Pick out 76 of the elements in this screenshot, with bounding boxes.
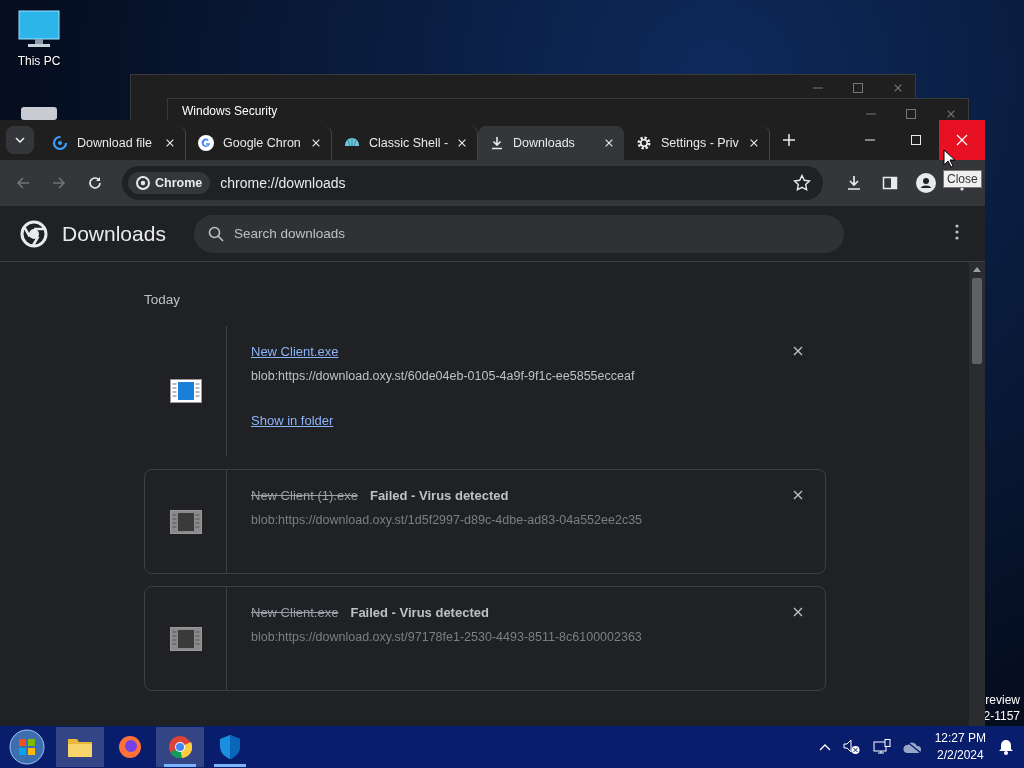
close-icon — [792, 489, 804, 501]
close-icon — [165, 138, 175, 148]
start-orb-icon — [9, 729, 45, 765]
remove-button[interactable] — [791, 488, 805, 502]
speaker-muted-icon[interactable] — [842, 739, 861, 755]
show-in-folder-link[interactable]: Show in folder — [251, 413, 334, 428]
remove-button[interactable] — [791, 344, 805, 358]
back-arrow-icon — [15, 175, 31, 191]
taskbar-button[interactable] — [156, 727, 204, 767]
scrollbar[interactable] — [969, 262, 985, 726]
tab-search-button[interactable] — [6, 126, 34, 154]
more-options-icon — [955, 223, 959, 240]
close-icon — [956, 134, 968, 146]
gear-icon — [636, 135, 652, 151]
address-bar[interactable]: Chrome chrome://downloads — [122, 166, 823, 200]
google-icon — [198, 135, 214, 151]
chrome-icon — [168, 735, 192, 759]
remove-button[interactable] — [791, 605, 805, 619]
notification-bell-icon[interactable] — [998, 739, 1014, 755]
chrome-chip[interactable]: Chrome — [128, 172, 211, 194]
forward-arrow-icon — [51, 175, 67, 191]
close-icon — [946, 109, 956, 119]
file-name-link[interactable]: New Client (1).exe — [251, 488, 358, 503]
maximize-icon[interactable] — [906, 109, 916, 119]
download-status: Failed - Virus detected — [369, 488, 509, 503]
download-icon — [846, 175, 862, 191]
download-url: blob:https://download.oxy.st/60de04eb-0105-4a9f-9f1c-ee5855ecceaf — [251, 369, 636, 383]
caret-icon — [15, 137, 25, 143]
chrome-logo-icon — [20, 219, 48, 248]
search-icon — [208, 225, 224, 242]
drive-icon[interactable] — [20, 106, 58, 120]
taskbar-button[interactable] — [56, 727, 104, 767]
download-url: blob:https://download.oxy.st/1d5f2997-d89c-4dbe-ad83-04a552ee2c35 — [251, 513, 644, 527]
page-title: Downloads — [62, 221, 167, 246]
close-icon — [457, 138, 467, 148]
reload-icon — [87, 175, 103, 191]
url-text: chrome://downloads — [220, 175, 347, 191]
download-status: Failed - Virus detected — [350, 605, 489, 620]
close-icon — [792, 345, 804, 357]
scrollbar-thumb[interactable] — [972, 278, 982, 364]
side-panel-icon — [882, 175, 898, 191]
swirl-icon — [52, 135, 68, 151]
scroll-up-arrow-icon[interactable] — [973, 266, 981, 272]
maximize-icon[interactable] — [853, 83, 863, 93]
desktop-icon-label[interactable]: This PC — [17, 54, 61, 68]
clock-time[interactable]: 12:27 PM — [934, 730, 986, 747]
network-icon[interactable] — [872, 739, 891, 755]
chevron-up-icon[interactable] — [818, 743, 831, 751]
maximize-icon — [911, 135, 921, 145]
download-url: blob:https://download.oxy.st/97178fe1-2530-4493-8511-8c6100002363 — [251, 630, 643, 644]
file-name-link[interactable]: New Client.exe — [251, 344, 339, 359]
desktop-text: 2-1157 — [983, 708, 1020, 724]
close-icon — [749, 138, 759, 148]
close-icon — [893, 83, 903, 93]
download-icon — [490, 136, 504, 150]
window-title: Windows Security — [182, 104, 278, 118]
date-header: Today — [144, 292, 182, 307]
close-icon — [311, 138, 321, 148]
firefox-icon — [118, 735, 142, 759]
shield-icon — [218, 734, 242, 760]
browser-tab[interactable]: Downloads — [478, 126, 624, 160]
file-name-link[interactable]: New Client.exe — [251, 605, 339, 620]
desktop-text: review — [984, 692, 1020, 708]
folder-icon — [67, 736, 93, 758]
cloud-off-icon[interactable] — [902, 740, 923, 754]
close-icon — [792, 606, 804, 618]
close-icon — [604, 138, 614, 148]
search-field[interactable]: Search downloads — [194, 214, 844, 253]
tooltip: Close — [943, 170, 982, 188]
bookmark-star-icon[interactable] — [793, 174, 811, 192]
mouse-pointer-icon — [943, 149, 955, 168]
person-icon — [916, 173, 936, 193]
clock-date[interactable]: 2/2/2024 — [934, 747, 986, 764]
close-button[interactable] — [939, 120, 985, 160]
monitor-icon[interactable] — [18, 10, 60, 50]
chrome-logo-icon — [136, 176, 150, 190]
